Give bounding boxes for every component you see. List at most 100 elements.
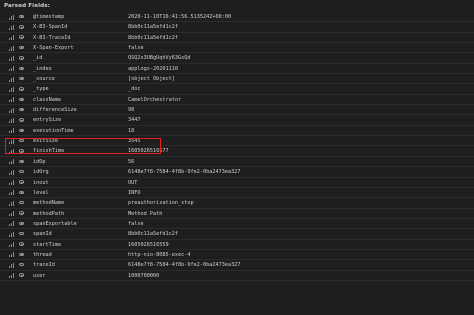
field-key: differenceSize [33, 107, 77, 114]
eye-icon[interactable] [19, 25, 24, 29]
bar-chart-icon[interactable] [9, 190, 15, 196]
field-row[interactable]: X-Span-Export false [0, 43, 474, 54]
field-key: _id [33, 55, 43, 62]
eye-icon[interactable] [19, 273, 24, 277]
bar-chart-icon[interactable] [9, 252, 15, 258]
field-row[interactable]: _source [object Object] [0, 74, 474, 85]
bar-chart-icon[interactable] [9, 169, 15, 175]
field-value: http-nio-8085-exec-4 [128, 251, 191, 258]
bar-chart-icon[interactable] [9, 24, 15, 30]
eye-icon[interactable] [19, 118, 24, 122]
bar-chart-icon[interactable] [9, 221, 15, 227]
field-key: traceId [33, 262, 55, 269]
bar-chart-icon[interactable] [9, 148, 15, 154]
eye-icon[interactable] [19, 14, 24, 19]
field-value: 8bb0c11a5efd1c2f [128, 34, 178, 41]
eye-icon[interactable] [19, 45, 24, 50]
eye-icon[interactable] [19, 169, 24, 174]
field-key: @timestamp [33, 14, 65, 20]
field-row[interactable]: traceId 6148e7f8-7584-4f8b-9fe2-0ba2473ea… [0, 260, 474, 271]
field-value: 2020-11-10T16:41:56.513524Z+00:00 [128, 14, 232, 20]
bar-chart-icon[interactable] [9, 66, 15, 72]
field-key: X-B3-TraceId [33, 34, 71, 41]
eye-icon[interactable] [19, 232, 24, 236]
eye-icon[interactable] [19, 76, 24, 81]
bar-chart-icon[interactable] [9, 138, 15, 144]
bar-chart-icon[interactable] [9, 231, 15, 237]
bar-chart-icon[interactable] [9, 200, 15, 206]
field-value: 18 [128, 127, 135, 134]
field-row[interactable]: finishTime 1605026516577 [0, 146, 474, 157]
eye-icon[interactable] [19, 200, 24, 205]
bar-chart-icon[interactable] [9, 273, 15, 279]
field-row[interactable]: _type _doc [0, 84, 474, 95]
eye-icon[interactable] [19, 190, 24, 195]
bar-chart-icon[interactable] [9, 159, 15, 165]
field-key: _source [33, 76, 55, 83]
field-key: X-B3-SpanId [33, 24, 68, 31]
field-value: INFO [128, 189, 141, 196]
eye-icon[interactable] [19, 35, 24, 39]
field-value: QSQ2s3UBgUqhVy63GsQd [128, 55, 191, 62]
eye-icon[interactable] [19, 221, 24, 226]
eye-icon[interactable] [19, 180, 24, 184]
eye-icon[interactable] [19, 211, 24, 215]
bar-chart-icon[interactable] [9, 180, 15, 185]
eye-icon[interactable] [19, 263, 24, 267]
field-row[interactable]: startTime 1605026516559 [0, 240, 474, 250]
field-row[interactable]: differenceSize 98 [0, 105, 474, 116]
eye-icon[interactable] [19, 128, 24, 132]
bar-chart-icon[interactable] [9, 35, 15, 41]
field-row[interactable]: @timestamp 2020-11-10T16:41:56.513524Z+00… [0, 12, 474, 23]
field-value: preauthorization_stop [128, 200, 194, 207]
field-value: applogs-20201110 [128, 65, 178, 72]
field-key: idOrg [33, 169, 49, 176]
bar-chart-icon[interactable] [9, 97, 15, 103]
field-row[interactable]: spanExportable false [0, 219, 474, 230]
field-row[interactable]: _id QSQ2s3UBgUqhVy63GsQd [0, 53, 474, 64]
eye-icon[interactable] [19, 149, 24, 153]
field-value: 98 [128, 107, 135, 114]
field-row[interactable]: user 1000700000 [0, 271, 474, 281]
field-value: 1605026516577 [128, 148, 169, 155]
eye-icon[interactable] [19, 66, 24, 70]
eye-icon[interactable] [19, 252, 24, 257]
field-row[interactable]: executionTime 18 [0, 126, 474, 137]
field-row[interactable]: _index applogs-20201110 [0, 64, 474, 75]
field-row[interactable]: entrySize 3447 [0, 115, 474, 126]
bar-chart-icon[interactable] [9, 242, 15, 248]
field-row[interactable]: X-B3-TraceId 8bb0c11a5efd1c2f [0, 33, 474, 44]
field-row[interactable]: thread http-nio-8085-exec-4 [0, 250, 474, 261]
field-value: _doc [128, 86, 141, 93]
field-row[interactable]: X-B3-SpanId 8bb0c11a5efd1c2f [0, 22, 474, 33]
field-row[interactable]: exitSize 3545 [0, 136, 474, 147]
eye-icon[interactable] [19, 242, 24, 246]
eye-icon[interactable] [19, 87, 24, 91]
bar-chart-icon[interactable] [9, 14, 15, 20]
bar-chart-icon[interactable] [9, 262, 15, 268]
bar-chart-icon[interactable] [9, 117, 15, 123]
bar-chart-icon[interactable] [9, 45, 15, 51]
eye-icon[interactable] [19, 159, 24, 163]
field-row[interactable]: methodPath Method Path [0, 209, 474, 219]
bar-chart-icon[interactable] [9, 107, 15, 113]
bar-chart-icon[interactable] [9, 86, 15, 92]
eye-icon[interactable] [19, 56, 24, 60]
field-row[interactable]: methodName preauthorization_stop [0, 198, 474, 209]
field-row[interactable]: className CamelOrchestrator [0, 95, 474, 106]
field-value: 3447 [128, 117, 141, 124]
field-row[interactable]: idOp 56 [0, 157, 474, 168]
eye-icon[interactable] [19, 97, 24, 101]
eye-icon[interactable] [19, 138, 24, 143]
bar-chart-icon[interactable] [9, 128, 15, 134]
field-row[interactable]: level INFO [0, 188, 474, 199]
field-row[interactable]: spanId 8bb0c11a5efd1c2f [0, 229, 474, 240]
field-key: level [33, 189, 49, 196]
field-row[interactable]: inout OUT [0, 178, 474, 188]
field-key: exitSize [33, 138, 58, 145]
eye-icon[interactable] [19, 107, 24, 112]
bar-chart-icon[interactable] [9, 55, 15, 61]
field-row[interactable]: idOrg 6148e7f8-7584-4f8b-9fe2-0ba2473ea32… [0, 167, 474, 178]
bar-chart-icon[interactable] [9, 211, 15, 217]
bar-chart-icon[interactable] [9, 76, 15, 82]
